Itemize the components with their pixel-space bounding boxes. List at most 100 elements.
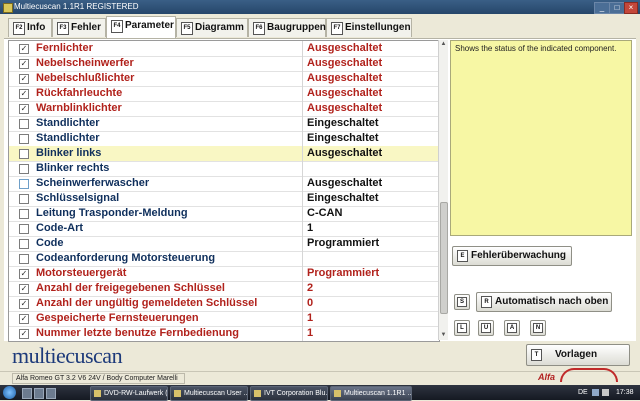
taskbar-task[interactable]: IVT Corporation Blu...	[250, 386, 328, 401]
table-row[interactable]: Scheinwerferwascher Ausgeschaltet	[9, 176, 439, 192]
table-row[interactable]: Code-Art 1	[9, 221, 439, 237]
scroll-up-icon[interactable]: ▲	[440, 41, 447, 48]
shortcut-key: R	[481, 296, 492, 308]
table-row[interactable]: ✓ Warnblinklichter Ausgeschaltet	[9, 101, 439, 117]
quicklaunch-desktop-icon[interactable]	[22, 388, 32, 399]
close-icon[interactable]: ×	[624, 2, 638, 14]
tab-einstellungen[interactable]: F7 Einstellungen	[326, 18, 412, 37]
tab-info-key: F2	[13, 22, 25, 35]
n-button[interactable]: N	[530, 320, 546, 336]
table-row[interactable]: Schlüsselsignal Eingeschaltet	[9, 191, 439, 207]
row-checkbox[interactable]	[19, 239, 29, 249]
table-row[interactable]: Standlichter Eingeschaltet	[9, 131, 439, 147]
table-row[interactable]: ✓ Nebelscheinwerfer Ausgeschaltet	[9, 56, 439, 72]
row-checkbox[interactable]: ✓	[19, 299, 29, 309]
button-label: Fehlerüberwachung	[471, 250, 567, 261]
row-checkbox[interactable]	[19, 194, 29, 204]
table-row[interactable]: ✓ Nummer letzte benutze Fernbedienung 1	[9, 326, 439, 341]
table-row[interactable]: ✓ Fernlichter Ausgeschaltet	[9, 41, 439, 57]
shortcut-key: S	[457, 297, 467, 307]
scrollbar-thumb[interactable]	[440, 202, 448, 314]
table-row[interactable]: Leitung Trasponder-Meldung C-CAN	[9, 206, 439, 222]
row-checkbox[interactable]: ✓	[19, 59, 29, 69]
parameter-table[interactable]: ✓ Fernlichter Ausgeschaltet ✓ Nebelschei…	[8, 40, 440, 342]
row-checkbox[interactable]	[19, 119, 29, 129]
parameter-value: 1	[307, 327, 314, 339]
row-checkbox[interactable]: ✓	[19, 314, 29, 324]
task-icon	[254, 390, 261, 397]
parameter-value: Programmiert	[307, 267, 380, 279]
row-checkbox[interactable]: ✓	[19, 89, 29, 99]
row-checkbox[interactable]	[19, 224, 29, 234]
taskbar-task[interactable]: DVD-RW-Laufwerk (...	[90, 386, 168, 401]
s-button[interactable]: S	[454, 294, 470, 310]
language-indicator[interactable]: DE	[578, 389, 588, 396]
table-row[interactable]: ✓ Nebelschlußlichter Ausgeschaltet	[9, 71, 439, 87]
table-row[interactable]: ✓ Gespeicherte Fernsteuerungen 1	[9, 311, 439, 327]
table-row[interactable]: ✓ Anzahl der ungültig gemeldeten Schlüss…	[9, 296, 439, 312]
row-checkbox[interactable]: ✓	[19, 269, 29, 279]
table-row-selected[interactable]: Blinker links Ausgeschaltet	[9, 146, 439, 162]
vorlagen-button[interactable]: T Vorlagen	[526, 344, 630, 366]
table-row[interactable]: ✓ Rückfahrleuchte Ausgeschaltet	[9, 86, 439, 102]
tab-parameter-key: F4	[111, 20, 123, 33]
tab-parameter-label: Parameter	[125, 20, 174, 31]
parameter-name: Fernlichter	[36, 42, 93, 54]
table-scrollbar[interactable]: ▲ ▼	[438, 40, 448, 340]
parameter-value: Ausgeschaltet	[307, 57, 383, 69]
row-checkbox[interactable]	[19, 134, 29, 144]
u-button[interactable]: U	[478, 320, 494, 336]
shortcut-key: E	[457, 250, 468, 262]
row-checkbox[interactable]: ✓	[19, 74, 29, 84]
tab-diagramm-key: F5	[181, 22, 193, 35]
maximize-icon[interactable]: □	[609, 2, 625, 14]
table-row[interactable]: Blinker rechts	[9, 161, 439, 177]
tab-baugruppen[interactable]: F6 Baugruppen	[248, 18, 326, 37]
l-button[interactable]: L	[454, 320, 470, 336]
minimize-icon[interactable]: _	[594, 2, 610, 14]
tab-info-label: Info	[27, 22, 46, 33]
network-icon[interactable]	[592, 389, 599, 396]
scroll-down-icon[interactable]: ▼	[440, 332, 447, 339]
volume-icon[interactable]	[602, 389, 609, 396]
start-orb-icon[interactable]	[3, 386, 16, 399]
row-checkbox[interactable]: ✓	[19, 284, 29, 294]
tab-info[interactable]: F2 Info	[8, 18, 52, 37]
column-divider	[302, 311, 303, 326]
quicklaunch-browser-icon[interactable]	[34, 388, 44, 399]
tab-fehler[interactable]: F3 Fehler	[52, 18, 106, 37]
parameter-value: Ausgeschaltet	[307, 102, 383, 114]
clock[interactable]: 17:38	[616, 386, 634, 399]
row-checkbox[interactable]	[19, 209, 29, 219]
taskbar-task[interactable]: Multiecuscan User ...	[170, 386, 248, 401]
parameter-name: Nebelscheinwerfer	[36, 57, 134, 69]
parameter-value: C-CAN	[307, 207, 343, 219]
parameter-value: Eingeschaltet	[307, 117, 379, 129]
table-row[interactable]: ✓ Motorsteuergerät Programmiert	[9, 266, 439, 282]
row-checkbox[interactable]	[19, 254, 29, 264]
task-label: IVT Corporation Blu...	[264, 390, 328, 397]
quicklaunch-media-icon[interactable]	[46, 388, 56, 399]
automatisch-nach-oben-button[interactable]: R Automatisch nach oben	[476, 292, 612, 312]
a-button[interactable]: A	[504, 320, 520, 336]
taskbar-task-active[interactable]: Multiecuscan 1.1R1 ...	[330, 386, 412, 401]
alfa-brand-logo: Alfa	[538, 368, 618, 382]
tab-diagramm[interactable]: F5 Diagramm	[176, 18, 248, 37]
table-row[interactable]: ✓ Anzahl der freigegebenen Schlüssel 2	[9, 281, 439, 297]
tab-parameter[interactable]: F4 Parameter	[106, 16, 176, 38]
row-checkbox[interactable]	[19, 164, 29, 174]
table-row[interactable]: Code Programmiert	[9, 236, 439, 252]
parameter-name: Leitung Trasponder-Meldung	[36, 207, 188, 219]
table-row[interactable]: Standlichter Eingeschaltet	[9, 116, 439, 132]
row-checkbox[interactable]	[19, 179, 29, 189]
column-divider	[302, 251, 303, 266]
column-divider	[302, 191, 303, 206]
table-row[interactable]: Codeanforderung Motorsteuerung	[9, 251, 439, 267]
row-checkbox[interactable]: ✓	[19, 104, 29, 114]
tab-einstellungen-label: Einstellungen	[345, 22, 411, 33]
row-checkbox[interactable]: ✓	[19, 44, 29, 54]
fehlerueberwachung-button[interactable]: E Fehlerüberwachung	[452, 246, 572, 266]
column-divider	[302, 176, 303, 191]
row-checkbox[interactable]	[19, 149, 29, 159]
row-checkbox[interactable]: ✓	[19, 329, 29, 339]
